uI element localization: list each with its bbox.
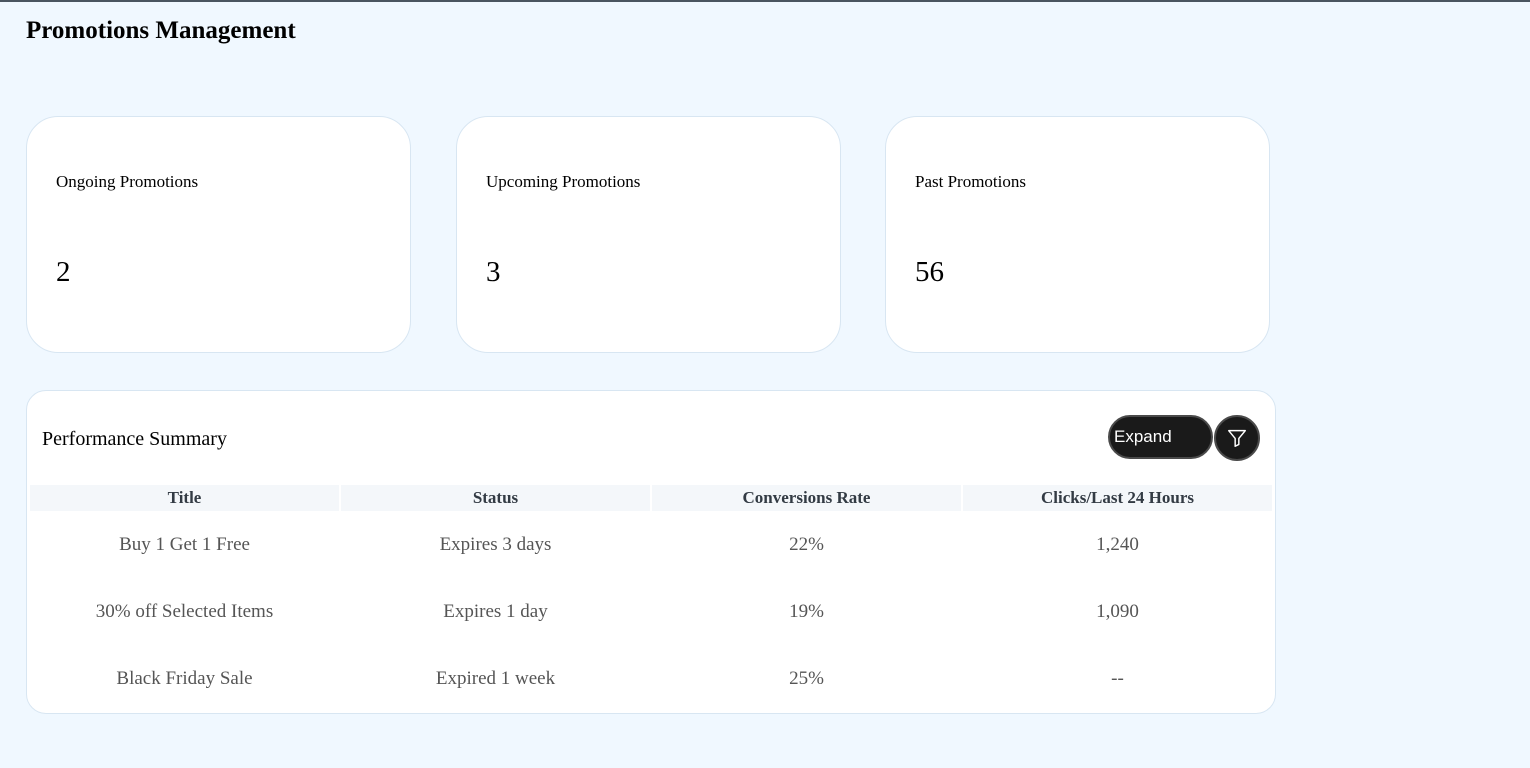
- performance-table: Title Status Conversions Rate Clicks/Las…: [28, 485, 1274, 712]
- stat-label: Upcoming Promotions: [486, 172, 641, 191]
- filter-button[interactable]: [1214, 415, 1260, 461]
- column-header-status[interactable]: Status: [341, 485, 650, 511]
- stat-label: Past Promotions: [915, 172, 1026, 191]
- stat-label: Ongoing Promotions: [56, 172, 199, 191]
- performance-summary-panel: Performance Summary Expand Title Status …: [26, 390, 1276, 714]
- upcoming-promotions-card: Upcoming Promotions 3: [456, 116, 841, 353]
- cell-status: Expires 3 days: [439, 533, 552, 555]
- table-row[interactable]: Black Friday Sale Expired 1 week 25% --: [30, 645, 1272, 712]
- stat-value: 56: [915, 256, 944, 288]
- cell-title: Buy 1 Get 1 Free: [119, 533, 250, 555]
- cell-conversions-rate: 22%: [789, 533, 824, 555]
- cell-conversions-rate: 25%: [789, 667, 824, 689]
- cell-status: Expires 1 day: [443, 600, 548, 622]
- past-promotions-card: Past Promotions 56: [885, 116, 1270, 353]
- ongoing-promotions-card: Ongoing Promotions 2: [26, 116, 411, 353]
- cell-clicks: 1,240: [1096, 533, 1139, 555]
- expand-button[interactable]: Expand: [1108, 415, 1213, 459]
- table-row[interactable]: 30% off Selected Items Expires 1 day 19%…: [30, 578, 1272, 645]
- cell-clicks: --: [1111, 667, 1124, 689]
- cell-status: Expired 1 week: [435, 667, 556, 689]
- cell-clicks: 1,090: [1096, 600, 1139, 622]
- stat-value: 3: [486, 256, 501, 288]
- column-header-title[interactable]: Title: [30, 485, 339, 511]
- cell-title: 30% off Selected Items: [95, 600, 274, 622]
- column-header-conversions-rate[interactable]: Conversions Rate: [652, 485, 961, 511]
- stat-value: 2: [56, 256, 71, 288]
- cell-title: Black Friday Sale: [116, 667, 253, 689]
- funnel-filter-icon: [1228, 429, 1246, 447]
- performance-summary-title: Performance Summary: [42, 428, 227, 450]
- table-header-row: Title Status Conversions Rate Clicks/Las…: [30, 485, 1272, 511]
- cell-conversions-rate: 19%: [789, 600, 824, 622]
- table-row[interactable]: Buy 1 Get 1 Free Expires 3 days 22% 1,24…: [30, 511, 1272, 578]
- page-title: Promotions Management: [26, 17, 296, 44]
- column-header-clicks[interactable]: Clicks/Last 24 Hours: [963, 485, 1272, 511]
